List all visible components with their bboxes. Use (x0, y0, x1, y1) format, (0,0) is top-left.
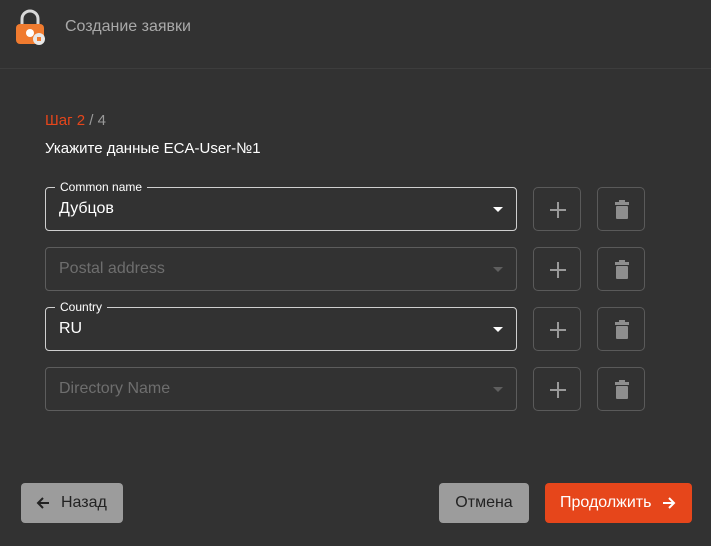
step-total: / 4 (85, 112, 106, 129)
delete-common-name-button[interactable] (597, 187, 645, 231)
country-value: RU (59, 320, 83, 337)
chevron-down-icon (493, 327, 503, 332)
plus-icon (550, 322, 566, 338)
chevron-down-icon (493, 207, 503, 212)
delete-directory-name-button[interactable] (597, 367, 645, 411)
plus-icon (550, 382, 566, 398)
directory-name-select[interactable]: Directory Name (45, 367, 517, 411)
delete-country-button[interactable] (597, 307, 645, 351)
page-title: Создание заявки (65, 18, 191, 35)
trash-icon (615, 380, 629, 399)
plus-icon (550, 262, 566, 278)
continue-button-label: Продолжить (560, 494, 652, 511)
trash-icon (615, 260, 629, 279)
trash-icon (615, 320, 629, 339)
add-directory-name-button[interactable] (533, 367, 581, 411)
cancel-button-label: Отмена (455, 494, 513, 511)
country-label: Country (55, 300, 108, 314)
delete-postal-address-button[interactable] (597, 247, 645, 291)
plus-icon (550, 202, 566, 218)
chevron-down-icon (493, 387, 503, 392)
postal-address-select[interactable]: Postal address (45, 247, 517, 291)
back-button-label: Назад (61, 494, 107, 511)
postal-address-placeholder: Postal address (59, 260, 165, 277)
directory-name-placeholder: Directory Name (59, 380, 171, 397)
country-select[interactable]: Country RU (45, 300, 517, 351)
add-common-name-button[interactable] (533, 187, 581, 231)
common-name-value: Дубцов (59, 200, 114, 217)
common-name-select[interactable]: Common name Дубцов (45, 180, 517, 231)
trash-icon (615, 200, 629, 219)
arrow-left-icon (36, 497, 49, 509)
add-postal-address-button[interactable] (533, 247, 581, 291)
app-header: Создание заявки (0, 0, 711, 69)
add-country-button[interactable] (533, 307, 581, 351)
padlock-logo-icon (16, 9, 45, 45)
step-indicator: Шаг 2 / 4 (45, 112, 106, 129)
form-subtitle: Укажите данные ECA-User-№1 (45, 140, 261, 157)
continue-button[interactable]: Продолжить (545, 483, 692, 523)
back-button[interactable]: Назад (21, 483, 123, 523)
common-name-label: Common name (55, 180, 148, 194)
cancel-button[interactable]: Отмена (439, 483, 529, 523)
chevron-down-icon (493, 267, 503, 272)
arrow-right-icon (663, 497, 676, 509)
step-current: Шаг 2 (45, 112, 86, 129)
